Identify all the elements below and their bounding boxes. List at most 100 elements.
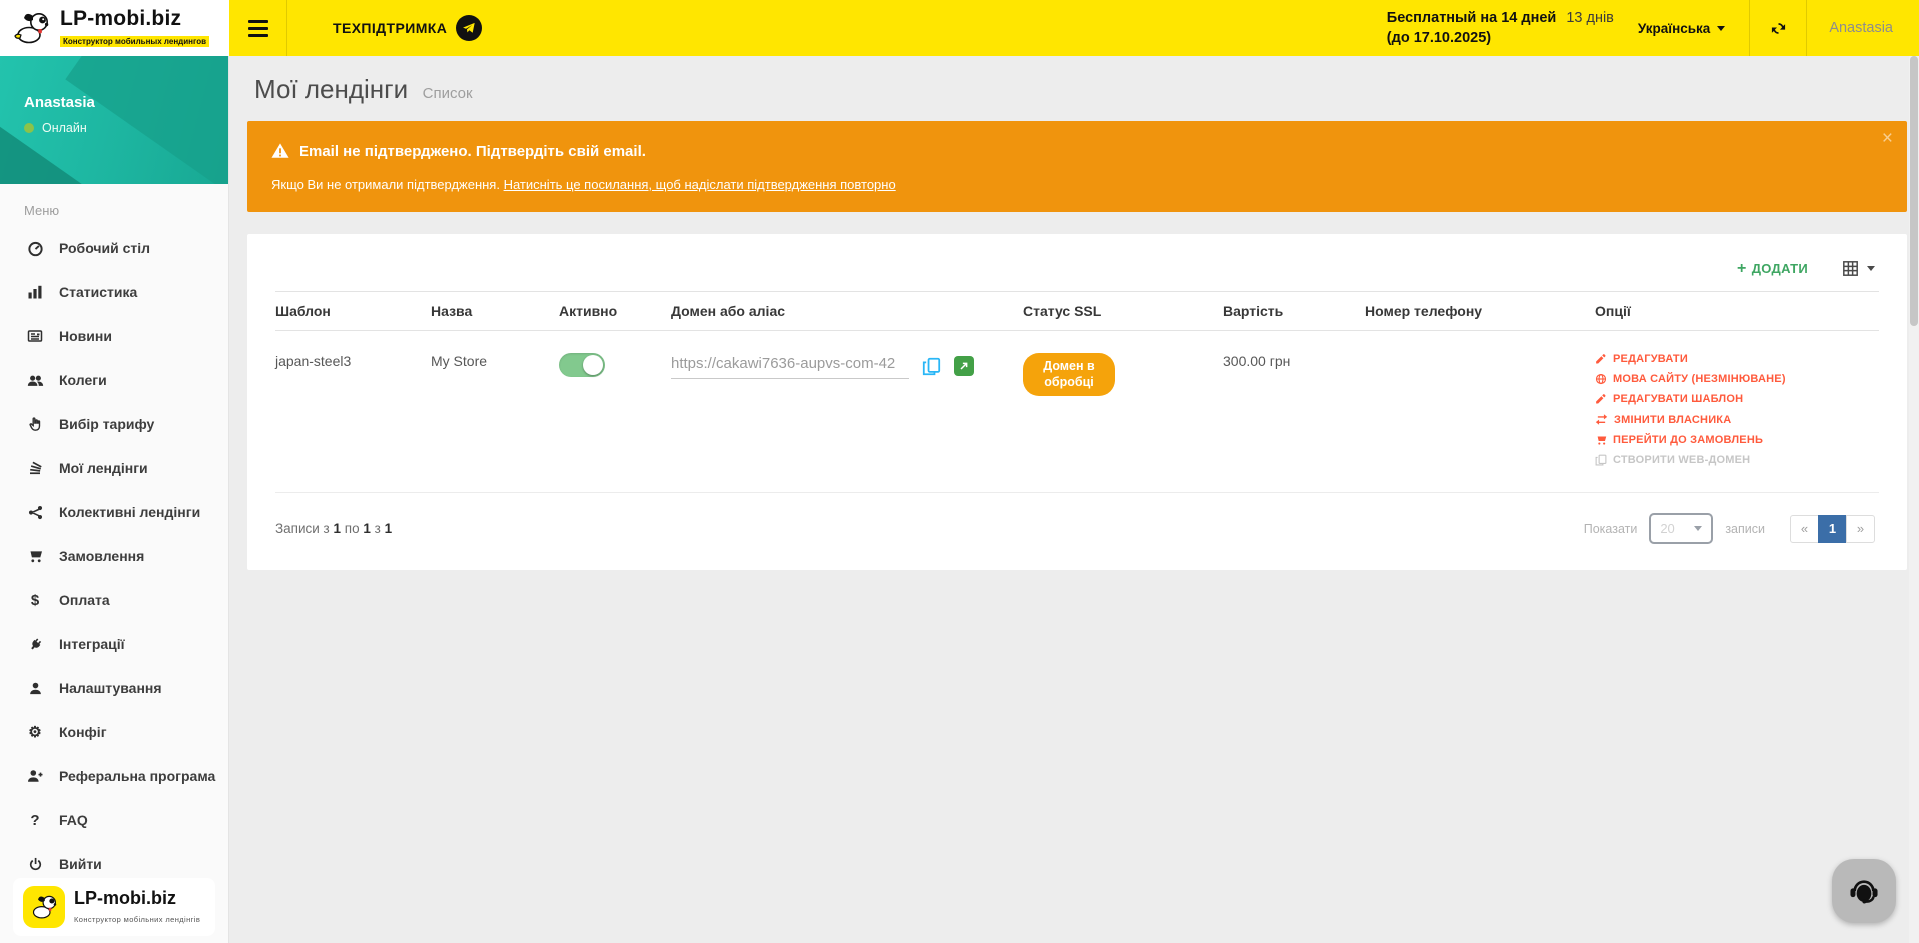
- table-footer: Записи з 1 по 1 з 1 Показати 20 записи «…: [275, 493, 1879, 556]
- pagination-next[interactable]: »: [1846, 515, 1875, 543]
- sidebar-item-payment[interactable]: $ Оплата: [0, 578, 228, 622]
- option-edit[interactable]: РЕДАГУВАТИ: [1595, 353, 1871, 365]
- sidebar-item-config[interactable]: ⚙ Конфіг: [0, 710, 228, 754]
- col-name: Назва: [431, 292, 559, 331]
- sidebar-item-label: Колективні лендінги: [59, 504, 200, 520]
- external-link-icon[interactable]: [954, 356, 974, 376]
- pagination-page-1[interactable]: 1: [1818, 515, 1847, 543]
- dog-logo-icon: [23, 886, 65, 928]
- stats-icon: [26, 284, 44, 300]
- menu-toggle-button[interactable]: [229, 0, 287, 56]
- option-label: РЕДАГУВАТИ ШАБЛОН: [1613, 393, 1743, 405]
- resend-confirmation-link[interactable]: Натисніть це посилання, щоб надіслати пі…: [504, 177, 896, 192]
- table-row: japan-steel3 My Store: [275, 331, 1879, 493]
- sidebar-item-statistics[interactable]: Статистика: [0, 270, 228, 314]
- warning-icon: [271, 142, 289, 160]
- language-label: Українська: [1638, 21, 1710, 36]
- page-size-value: 20: [1660, 521, 1674, 536]
- page-title: Мої лендінги: [254, 74, 408, 104]
- topbar-username[interactable]: Anastasia: [1807, 0, 1919, 56]
- edit-icon: [1595, 393, 1607, 405]
- sidebar-footer-logo[interactable]: LP-mobi.biz Конструктор мобільних лендін…: [13, 878, 215, 936]
- page-subtitle: Список: [423, 85, 473, 102]
- sidebar-item-settings[interactable]: Налаштування: [0, 666, 228, 710]
- option-edit-template[interactable]: РЕДАГУВАТИ ШАБЛОН: [1595, 393, 1871, 405]
- user-icon: [26, 681, 44, 696]
- tariff-icon: [26, 416, 44, 432]
- active-toggle[interactable]: [559, 353, 605, 377]
- scrollbar-thumb[interactable]: [1910, 56, 1918, 326]
- support-label: ТЕХПІДТРИМКА: [333, 20, 447, 36]
- sidebar-item-label: Інтеграції: [59, 636, 125, 652]
- language-icon: [1595, 373, 1607, 385]
- close-icon[interactable]: ×: [1882, 129, 1893, 148]
- sidebar-user-status: Онлайн: [24, 121, 228, 135]
- sidebar-item-faq[interactable]: ? FAQ: [0, 798, 228, 842]
- username-label: Anastasia: [1829, 20, 1893, 36]
- add-landing-button[interactable]: + ДОДАТИ: [1737, 261, 1808, 277]
- domain-input[interactable]: [671, 353, 909, 379]
- sidebar-user-name: Anastasia: [24, 94, 228, 111]
- cell-options: РЕДАГУВАТИ МОВА САЙТУ (НЕЗМІНЮВАНЕ) РЕДА…: [1595, 331, 1879, 493]
- column-settings-button[interactable]: [1842, 260, 1875, 277]
- headset-icon: [1845, 872, 1883, 910]
- plug-icon: [26, 637, 44, 652]
- my-landings-icon: [26, 460, 44, 476]
- pagination: « 1 »: [1791, 515, 1875, 543]
- landings-card: + ДОДАТИ Шаблон Назва Активно Доме: [247, 234, 1907, 570]
- sidebar-item-desktop[interactable]: Робочий стіл: [0, 226, 228, 270]
- add-label: ДОДАТИ: [1752, 261, 1808, 276]
- edit-icon: [1595, 353, 1607, 365]
- col-domain: Домен або аліас: [671, 292, 1023, 331]
- dashboard-icon: [26, 240, 44, 257]
- chat-widget-button[interactable]: [1832, 859, 1896, 923]
- sidebar-item-label: Новини: [59, 328, 112, 344]
- sidebar: Anastasia Онлайн Меню Робочий стіл Стати…: [0, 56, 229, 943]
- topbar: LP-mobi.biz Конструктор мобильных лендин…: [0, 0, 1919, 56]
- chevron-down-icon: [1867, 266, 1875, 271]
- cell-name: My Store: [431, 331, 559, 493]
- refresh-icon: [1770, 20, 1787, 37]
- colleagues-icon: [26, 372, 44, 389]
- alert-title: Email не підтверджено. Підтвердіть свій …: [299, 143, 646, 160]
- option-go-to-orders[interactable]: ПЕРЕЙТИ ДО ЗАМОВЛЕНЬ: [1595, 434, 1871, 446]
- option-change-owner[interactable]: ЗМІНИТИ ВЛАСНИКА: [1595, 413, 1871, 426]
- scrollbar[interactable]: [1909, 56, 1919, 943]
- col-active: Активно: [559, 292, 671, 331]
- sidebar-item-tariff[interactable]: Вибір тарифу: [0, 402, 228, 446]
- page-size-select[interactable]: 20: [1649, 513, 1713, 544]
- sidebar-item-collective-landings[interactable]: Колективні лендінги: [0, 490, 228, 534]
- col-template: Шаблон: [275, 292, 431, 331]
- sidebar-item-label: Робочий стіл: [59, 240, 150, 256]
- sidebar-item-label: Реферальна програма: [59, 768, 215, 784]
- share-icon: [26, 505, 44, 520]
- table-header-row: Шаблон Назва Активно Домен або аліас Ста…: [275, 292, 1879, 331]
- language-selector[interactable]: Українська: [1614, 0, 1749, 56]
- sidebar-item-colleagues[interactable]: Колеги: [0, 358, 228, 402]
- support-link[interactable]: ТЕХПІДТРИМКА: [287, 0, 516, 56]
- power-icon: [26, 857, 44, 872]
- footer-logo-subtitle: Конструктор мобільних лендінгів: [74, 915, 200, 924]
- sidebar-item-label: Налаштування: [59, 680, 162, 696]
- option-site-language[interactable]: МОВА САЙТУ (НЕЗМІНЮВАНЕ): [1595, 373, 1871, 385]
- chevron-down-icon: [1717, 26, 1725, 31]
- sidebar-item-news[interactable]: Новини: [0, 314, 228, 358]
- status-label: Онлайн: [42, 121, 87, 135]
- pagination-prev[interactable]: «: [1790, 515, 1819, 543]
- ssl-status-badge: Домен в обробці: [1023, 353, 1115, 396]
- sidebar-item-orders[interactable]: Замовлення: [0, 534, 228, 578]
- sidebar-item-my-landings[interactable]: Мої лендінги: [0, 446, 228, 490]
- online-status-icon: [24, 123, 34, 133]
- option-label: СТВОРИТИ WEB-ДОМЕН: [1613, 454, 1750, 466]
- sidebar-item-integrations[interactable]: Інтеграції: [0, 622, 228, 666]
- sidebar-item-label: Вийти: [59, 856, 102, 872]
- sidebar-item-label: Замовлення: [59, 548, 144, 564]
- sidebar-item-label: FAQ: [59, 812, 88, 828]
- refresh-button[interactable]: [1750, 0, 1806, 56]
- cell-template: japan-steel3: [275, 331, 431, 493]
- copy-icon[interactable]: [922, 357, 941, 376]
- brand-logo[interactable]: LP-mobi.biz Конструктор мобильных лендин…: [0, 0, 229, 56]
- sidebar-item-referral[interactable]: Реферальна програма: [0, 754, 228, 798]
- sidebar-item-label: Вибір тарифу: [59, 416, 154, 432]
- option-label: МОВА САЙТУ (НЕЗМІНЮВАНЕ): [1613, 373, 1786, 385]
